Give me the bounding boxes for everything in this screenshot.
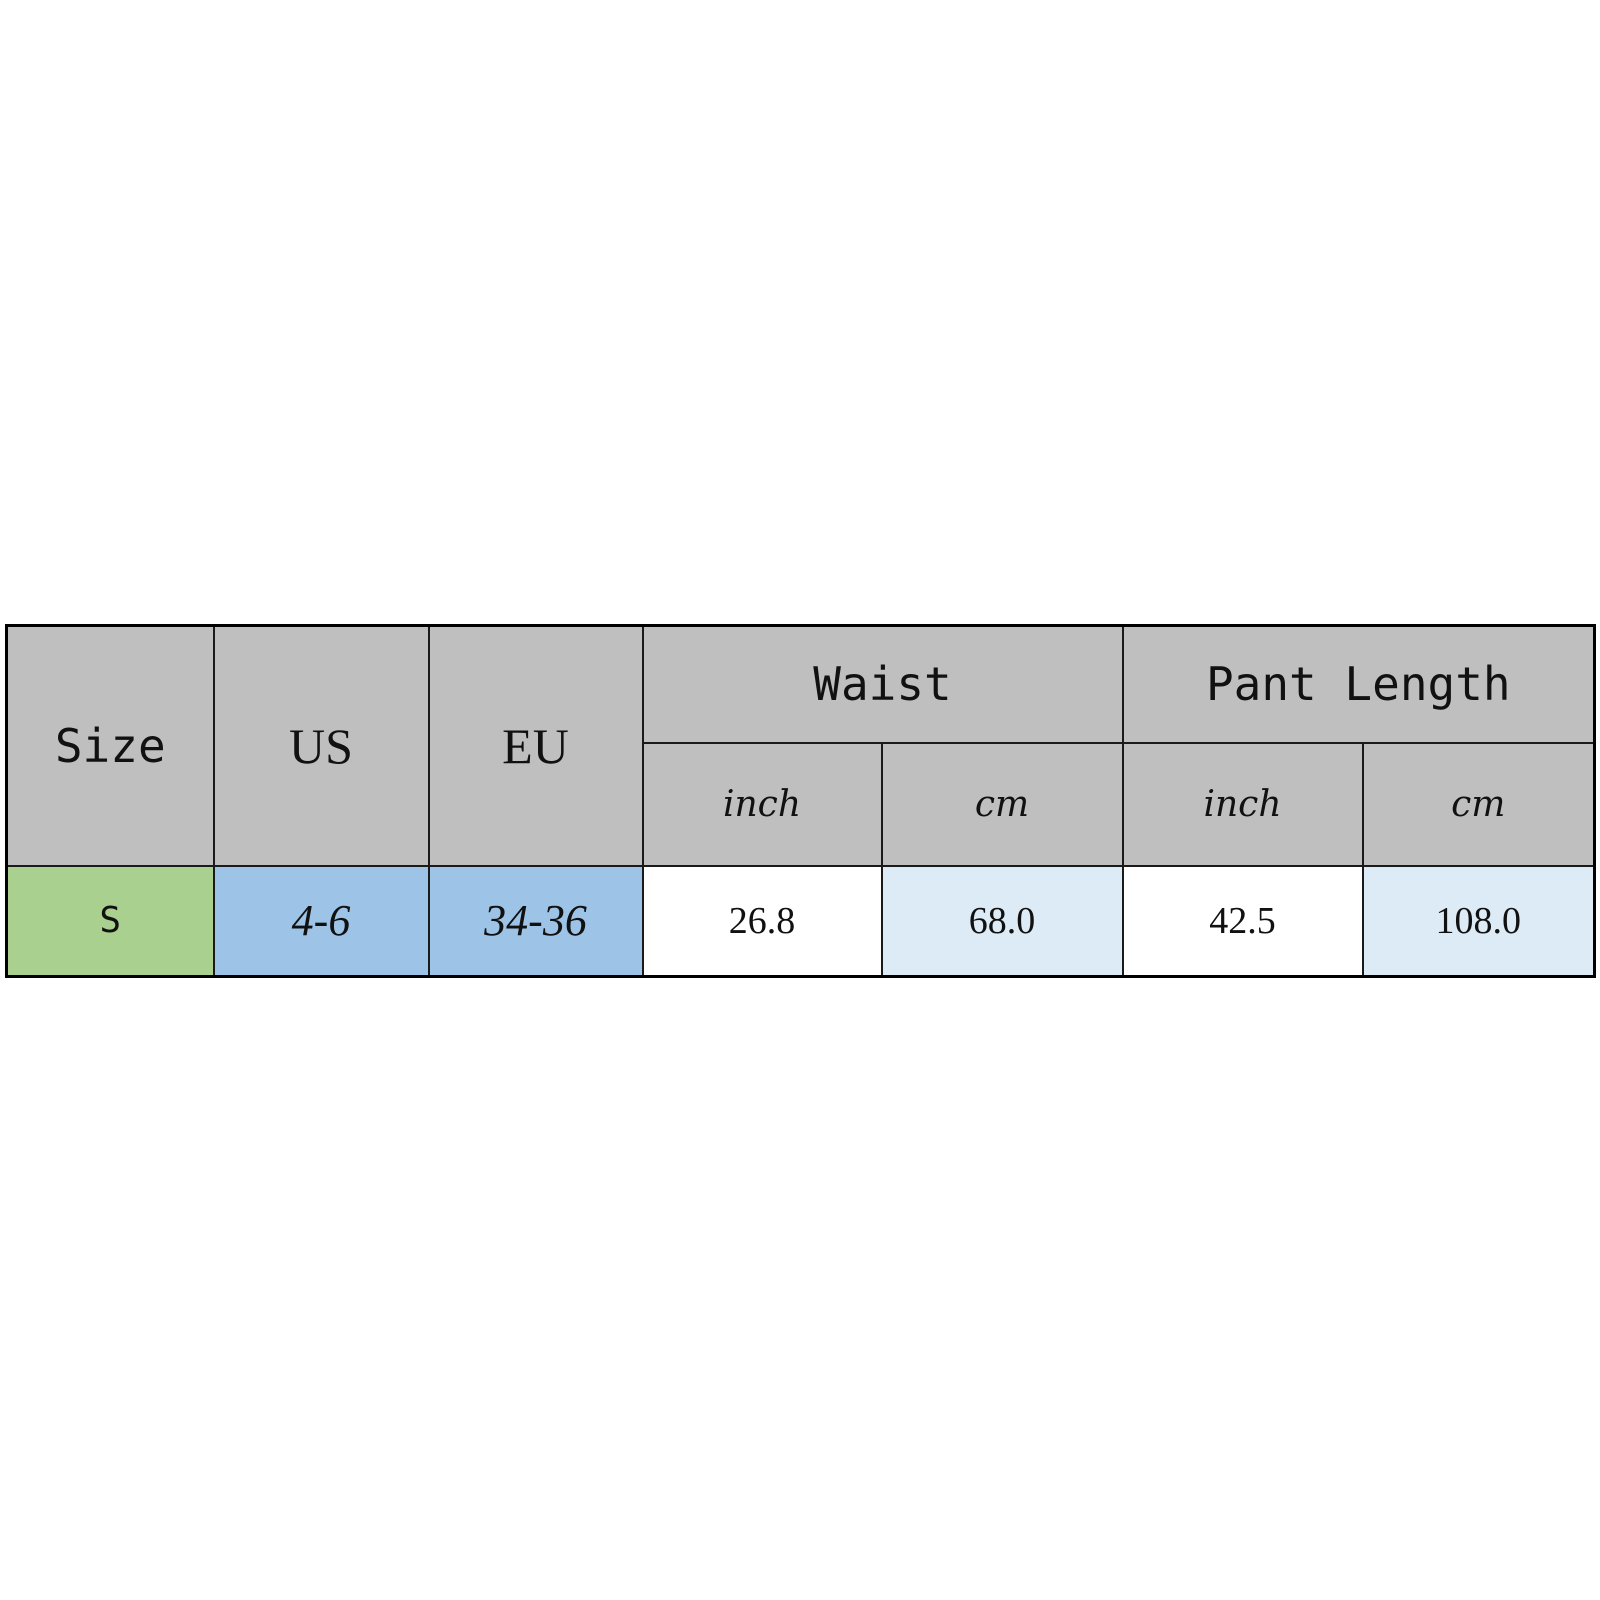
cell-waist-cm: 68.0 [880, 864, 1124, 978]
header-us: US [212, 624, 430, 867]
cell-us: 4-6 [212, 864, 430, 978]
header-waist-inch: inch [641, 741, 883, 867]
header-size: Size [5, 624, 215, 867]
table-row: S 4-6 34-36 26.8 68.0 42.5 108.0 [5, 864, 1596, 978]
cell-size: S [5, 864, 215, 978]
header-eu: EU [427, 624, 644, 867]
header-waist-cm: cm [880, 741, 1124, 867]
header-waist: Waist [641, 624, 1124, 744]
header-pant-length: Pant Length [1121, 624, 1596, 744]
header-length-cm: cm [1361, 741, 1596, 867]
cell-length-inch: 42.5 [1121, 864, 1364, 978]
header-length-inch: inch [1121, 741, 1364, 867]
cell-length-cm: 108.0 [1361, 864, 1596, 978]
cell-eu: 34-36 [427, 864, 644, 978]
cell-waist-inch: 26.8 [641, 864, 883, 978]
header-row-main: Size US EU Waist Pant Length [5, 624, 1596, 867]
size-chart-table: Size US EU Waist Pant Length inch cm inc… [5, 624, 1597, 978]
